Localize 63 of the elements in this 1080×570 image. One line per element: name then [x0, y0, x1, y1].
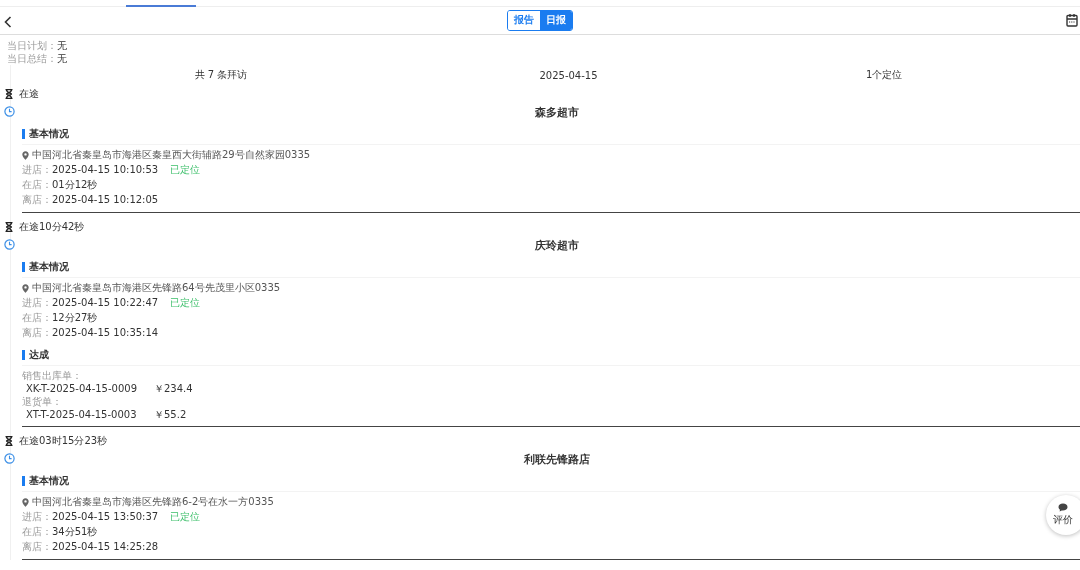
store-name: 庆玲超市: [535, 239, 579, 253]
field-value: 2025-04-15 10:12:05: [52, 194, 159, 205]
field-label: 当日总结：: [7, 53, 57, 64]
travel-time: 在途03时15分23秒: [19, 434, 108, 448]
field-value: 无: [57, 53, 67, 64]
tab[interactable]: 日报: [540, 11, 572, 30]
field-label: 在店：: [22, 179, 52, 190]
clock-icon: [4, 453, 15, 464]
field-value: 无: [57, 40, 67, 51]
travel-time: 在途: [19, 87, 39, 101]
clock-icon: [4, 239, 15, 250]
store-name: 利联先锋路店: [524, 453, 590, 467]
address-text: 中国河北省秦皇岛市海港区秦皇西大街辅路29号自然家园0335: [32, 148, 311, 162]
field-value: 12分27秒: [52, 312, 98, 323]
feedback-button[interactable]: 评价: [1046, 495, 1080, 535]
status-text: 已定位: [170, 297, 201, 308]
field-value: 2025-04-15 14:25:28: [52, 541, 159, 552]
store-name: 森多超市: [535, 106, 579, 120]
field-value: 01分12秒: [52, 179, 98, 190]
field-label: 在店：: [22, 312, 52, 323]
status-text: 已定位: [170, 511, 201, 522]
field-label: 当日计划：: [7, 40, 57, 51]
date-text: 2025-04-15: [538, 69, 599, 81]
status-text: 已定位: [170, 164, 201, 175]
field-value: 2025-04-15 13:50:37: [52, 511, 159, 522]
section-title: 基本情况: [29, 259, 69, 274]
order-amount: ￥55.2: [154, 409, 187, 420]
tab-indicator: [126, 5, 196, 7]
section-title: 基本情况: [29, 473, 69, 488]
field-label: 进店：: [22, 297, 52, 308]
visit-count: 共 7 条拜访: [193, 68, 249, 82]
field-label: 进店：: [22, 511, 52, 522]
location-count: 1个定位: [865, 68, 904, 82]
field-label: 离店：: [22, 541, 52, 552]
hourglass-icon: [5, 89, 13, 99]
back-icon: [4, 16, 12, 28]
field-value: 2025-04-15 10:35:14: [52, 327, 159, 338]
order-type: 退货单：: [22, 396, 62, 408]
section-title: 达成: [29, 347, 49, 362]
order-type: 销售出库单：: [22, 370, 82, 382]
field-label: 进店：: [22, 164, 52, 175]
back-button[interactable]: [2, 14, 14, 30]
field-value: 2025-04-15 10:22:47: [52, 297, 159, 308]
address-text: 中国河北省秦皇岛市海港区先锋路64号先茂里小区0335: [32, 281, 281, 295]
location-pin-icon: [22, 497, 29, 507]
address-text: 中国河北省秦皇岛市海港区先锋路6-2号在水一方0335: [32, 495, 274, 509]
location-pin-icon: [22, 283, 29, 293]
field-value: 34分51秒: [52, 526, 98, 537]
travel-time: 在途10分42秒: [19, 220, 85, 234]
order-number: XT-T-2025-04-15-0003: [26, 408, 138, 421]
location-pin-icon: [22, 150, 29, 160]
order-number: XK-T-2025-04-15-0009: [26, 382, 139, 395]
field-label: 离店：: [22, 327, 52, 338]
order-amount: ￥234.4: [154, 383, 193, 394]
clock-icon: [4, 106, 15, 117]
chat-icon: [1058, 503, 1068, 512]
hourglass-icon: [5, 436, 13, 446]
calendar-icon[interactable]: [1066, 13, 1078, 27]
section-title: 基本情况: [29, 126, 69, 141]
field-label: 在店：: [22, 526, 52, 537]
hourglass-icon: [5, 222, 13, 232]
field-label: 离店：: [22, 194, 52, 205]
field-value: 2025-04-15 10:10:53: [52, 164, 159, 175]
